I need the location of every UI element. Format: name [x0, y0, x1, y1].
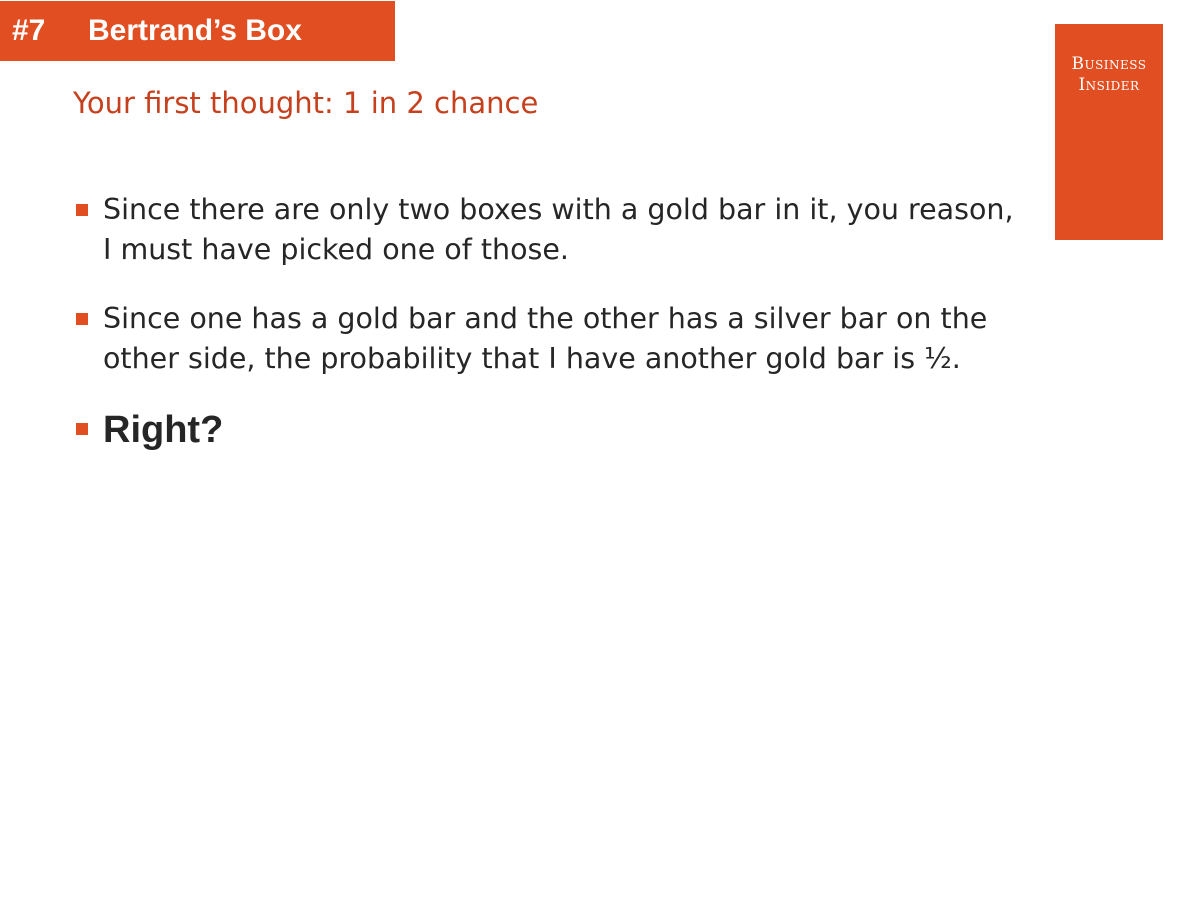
- slide-number: #7: [12, 14, 46, 47]
- bullet-text: Right?: [103, 409, 224, 451]
- bullet-text: Since there are only two boxes with a go…: [103, 193, 1014, 266]
- square-bullet-icon: [76, 423, 88, 435]
- bullet-list: Since there are only two boxes with a go…: [75, 190, 1015, 482]
- square-bullet-icon: [76, 204, 88, 216]
- bullet-item: Since there are only two boxes with a go…: [75, 190, 1015, 269]
- square-bullet-icon: [76, 313, 88, 325]
- logo-line-1: Business: [1071, 54, 1147, 74]
- bullet-text: Since one has a gold bar and the other h…: [103, 302, 988, 375]
- bullet-item: Since one has a gold bar and the other h…: [75, 299, 1015, 378]
- business-insider-logo: Business Insider: [1055, 24, 1163, 240]
- slide-title-bar: #7 Bertrand’s Box: [0, 1, 395, 61]
- bullet-item-emphasis: Right?: [75, 408, 1015, 452]
- logo-line-2: Insider: [1078, 75, 1140, 95]
- slide-title: Bertrand’s Box: [88, 14, 302, 47]
- slide-subtitle: Your first thought: 1 in 2 chance: [73, 86, 539, 120]
